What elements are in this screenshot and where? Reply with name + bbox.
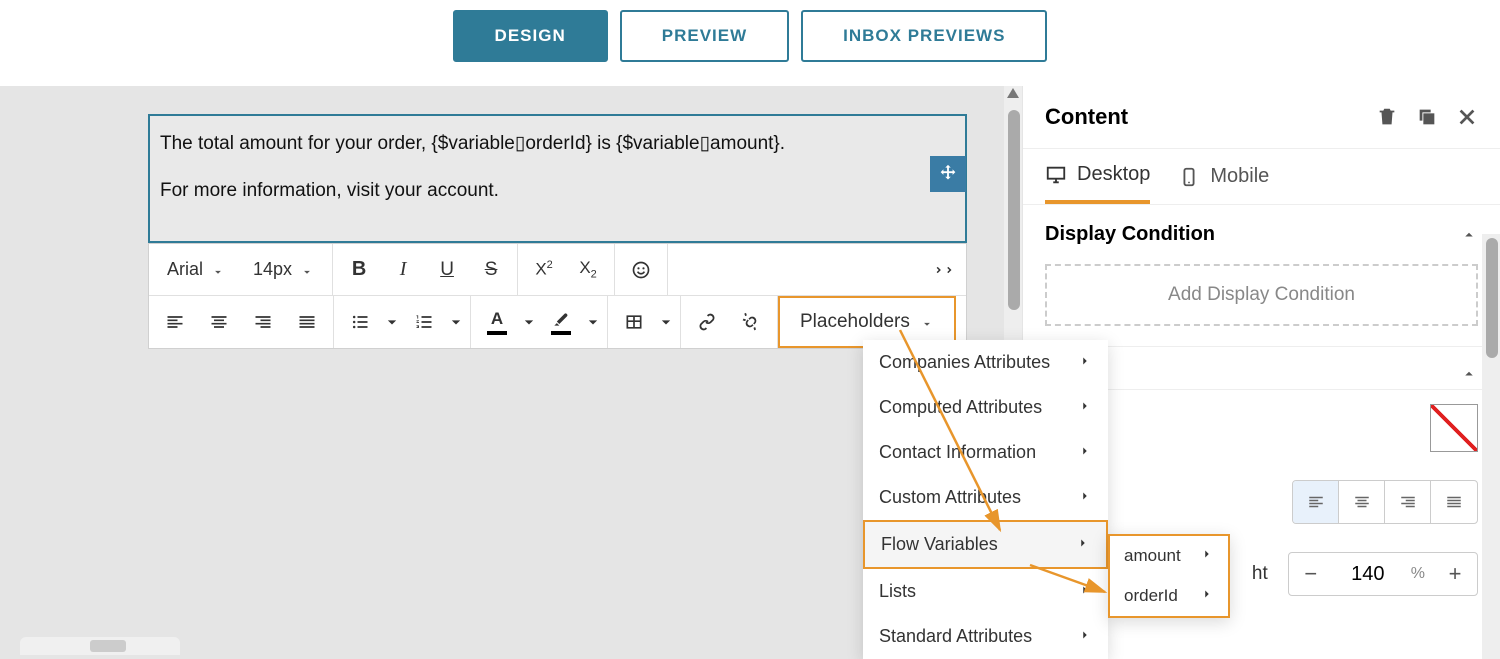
ordered-list-button[interactable] [402, 300, 446, 344]
percent-label: % [1403, 565, 1433, 583]
device-tab-mobile[interactable]: Mobile [1178, 163, 1269, 204]
chevron-right-icon [1078, 487, 1092, 508]
placeholders-button[interactable]: Placeholders [784, 311, 950, 333]
chevron-right-icon [1200, 546, 1214, 566]
unordered-list-button[interactable] [338, 300, 382, 344]
highlight-button[interactable] [539, 300, 583, 344]
collapse-toolbar-icon[interactable] [920, 244, 966, 295]
panel-scrollbar[interactable] [1482, 234, 1500, 659]
menu-custom-attributes[interactable]: Custom Attributes [863, 475, 1108, 520]
text-line-1[interactable]: The total amount for your order, {$varia… [160, 130, 955, 159]
scroll-up-icon[interactable] [1007, 88, 1019, 98]
tab-inbox-previews[interactable]: INBOX PREVIEWS [801, 10, 1047, 62]
align-left-button[interactable] [153, 300, 197, 344]
menu-lists[interactable]: Lists [863, 569, 1108, 614]
submenu-amount[interactable]: amount [1110, 536, 1228, 576]
decrement-button[interactable]: − [1289, 553, 1333, 595]
label-partial: ht [1252, 563, 1268, 585]
color-swatch-none[interactable] [1430, 404, 1478, 452]
bold-button[interactable]: B [337, 248, 381, 292]
number-value[interactable]: 140 [1333, 563, 1403, 586]
chevron-right-icon [1078, 581, 1092, 602]
text-color-options[interactable] [519, 300, 539, 344]
text-align-group [1292, 480, 1478, 524]
menu-flow-variables[interactable]: Flow Variables [863, 520, 1108, 569]
chevron-down-icon [920, 315, 934, 329]
scroll-thumb[interactable] [1008, 110, 1020, 310]
subscript-button[interactable]: X2 [566, 248, 610, 292]
delete-icon[interactable] [1376, 106, 1398, 128]
table-button[interactable] [612, 300, 656, 344]
italic-button[interactable]: I [381, 248, 425, 292]
align-center-button[interactable] [197, 300, 241, 344]
menu-computed-attributes[interactable]: Computed Attributes [863, 385, 1108, 430]
font-family-select[interactable]: Arial [153, 259, 239, 280]
number-stepper: − 140 % + [1288, 552, 1478, 596]
link-button[interactable] [685, 300, 729, 344]
unlink-button[interactable] [729, 300, 773, 344]
close-icon[interactable] [1456, 106, 1478, 128]
highlight-options[interactable] [583, 300, 603, 344]
chevron-down-icon [300, 263, 314, 277]
superscript-button[interactable]: X2 [522, 248, 566, 292]
chevron-right-icon [1078, 442, 1092, 463]
chevron-right-icon [1076, 534, 1090, 555]
tab-preview[interactable]: PREVIEW [620, 10, 789, 62]
device-tab-desktop[interactable]: Desktop [1045, 163, 1150, 204]
align-justify-button[interactable] [285, 300, 329, 344]
ol-options[interactable] [446, 300, 466, 344]
chevron-right-icon [1078, 626, 1092, 647]
submenu-orderid[interactable]: orderId [1110, 576, 1228, 616]
menu-standard-attributes[interactable]: Standard Attributes [863, 614, 1108, 659]
text-color-button[interactable]: A [475, 300, 519, 344]
chevron-down-icon [211, 263, 225, 277]
top-tabs: DESIGN PREVIEW INBOX PREVIEWS [0, 0, 1500, 86]
panel-align-left[interactable] [1293, 481, 1339, 523]
text-line-2[interactable]: For more information, visit your account… [160, 177, 955, 206]
placeholders-menu: Companies Attributes Computed Attributes… [863, 340, 1108, 659]
chevron-right-icon [1078, 397, 1092, 418]
move-icon[interactable] [930, 156, 966, 192]
chevron-right-icon [1200, 586, 1214, 606]
duplicate-icon[interactable] [1416, 106, 1438, 128]
chevron-right-icon [1078, 352, 1092, 373]
underline-button[interactable]: U [425, 248, 469, 292]
ul-options[interactable] [382, 300, 402, 344]
bottom-tab [20, 637, 180, 655]
editor-toolbar: Arial 14px B I U S X2 X2 [148, 243, 967, 349]
font-size-select[interactable]: 14px [239, 259, 328, 280]
strikethrough-button[interactable]: S [469, 248, 513, 292]
emoji-button[interactable] [619, 248, 663, 292]
scroll-thumb[interactable] [1486, 238, 1498, 358]
text-block[interactable]: The total amount for your order, {$varia… [148, 114, 967, 243]
section-collapsed[interactable] [1045, 365, 1478, 383]
tab-design[interactable]: DESIGN [453, 10, 608, 62]
section-display-condition[interactable]: Display Condition [1045, 223, 1478, 246]
increment-button[interactable]: + [1433, 553, 1477, 595]
panel-align-right[interactable] [1385, 481, 1431, 523]
panel-align-justify[interactable] [1431, 481, 1477, 523]
add-display-condition-button[interactable]: Add Display Condition [1045, 264, 1478, 326]
panel-align-center[interactable] [1339, 481, 1385, 523]
flow-variables-submenu: amount orderId [1108, 534, 1230, 618]
align-right-button[interactable] [241, 300, 285, 344]
menu-companies-attributes[interactable]: Companies Attributes [863, 340, 1108, 385]
panel-title: Content [1045, 104, 1358, 130]
menu-contact-information[interactable]: Contact Information [863, 430, 1108, 475]
table-options[interactable] [656, 300, 676, 344]
